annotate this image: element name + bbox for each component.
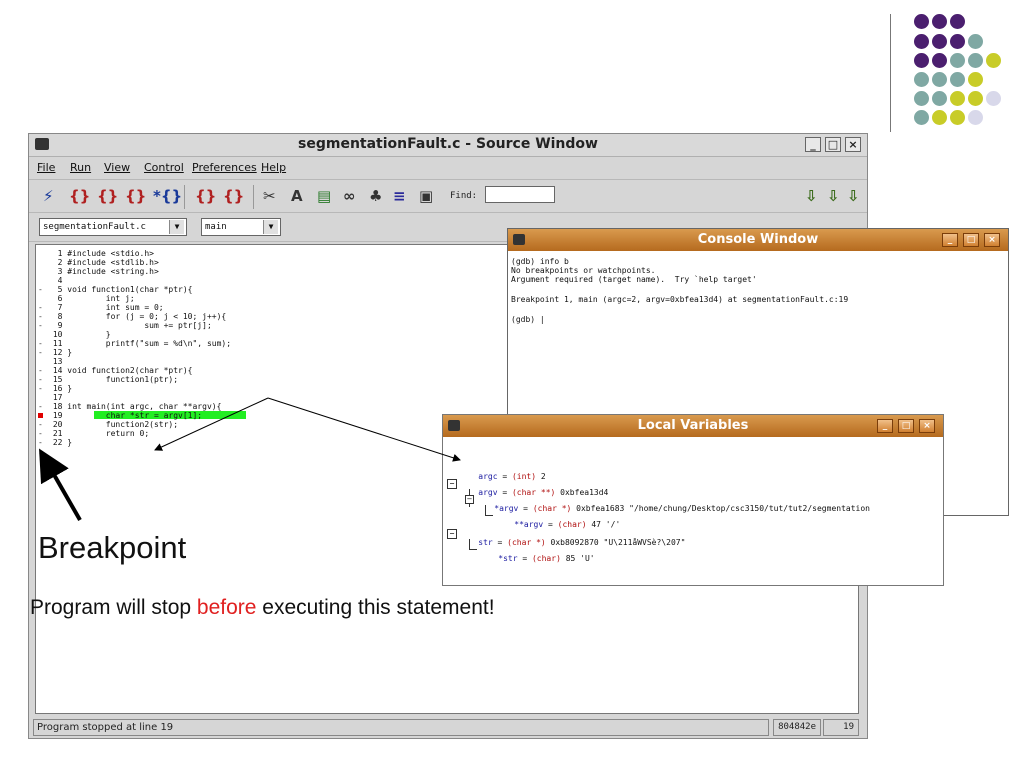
caption-pre: Program will stop bbox=[30, 596, 197, 619]
caption: Program will stop before executing this … bbox=[30, 596, 495, 620]
annotation-arrows bbox=[39, 397, 461, 521]
caption-emphasis: before bbox=[196, 596, 257, 619]
breakpoint-label: Breakpoint bbox=[38, 530, 187, 565]
arrow-to-argc bbox=[267, 397, 461, 462]
arrow-to-argv-source bbox=[154, 397, 269, 451]
breakpoint-arrow bbox=[39, 448, 82, 521]
caption-post: executing this statement! bbox=[256, 596, 495, 619]
